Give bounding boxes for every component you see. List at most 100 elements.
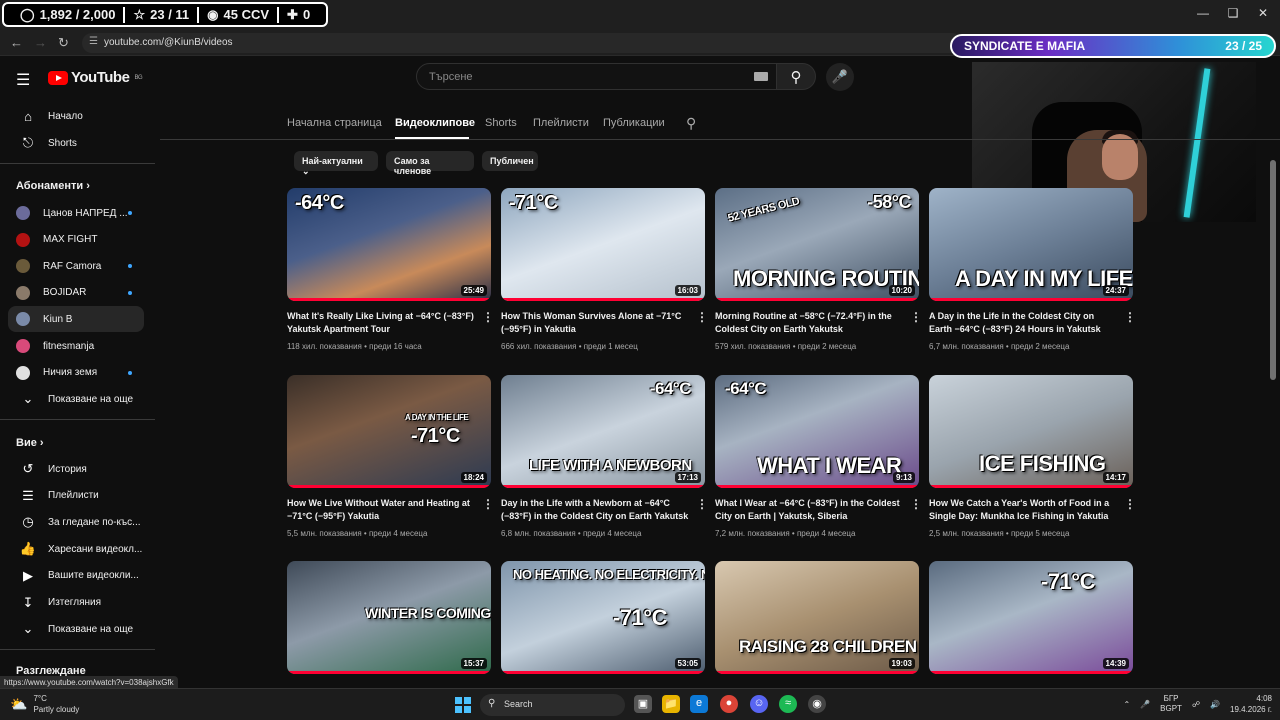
meta-separator: • bbox=[361, 529, 369, 538]
video-thumbnail[interactable]: -71°C 16:03 bbox=[501, 188, 705, 301]
spotify-icon[interactable]: ≈ bbox=[779, 695, 797, 713]
video-thumbnail[interactable]: A DAY IN MY LIFE 24:37 bbox=[929, 188, 1133, 301]
clock[interactable]: 4:08 19.4.2026 г. bbox=[1230, 693, 1272, 715]
search-button[interactable]: ⚲ bbox=[776, 63, 816, 90]
edge-icon[interactable]: e bbox=[690, 695, 708, 713]
you-show-more[interactable]: ⌄ Показване на още bbox=[8, 616, 144, 642]
sidebar-item-shorts[interactable]: ⎋ Shorts bbox=[8, 130, 144, 156]
page-scrollbar[interactable] bbox=[1270, 160, 1276, 380]
subs-show-more[interactable]: ⌄ Показване на още bbox=[8, 386, 144, 412]
chip-members-only[interactable]: Само за членове bbox=[386, 151, 474, 176]
home-icon: ⌂ bbox=[24, 108, 32, 124]
sidebar-item-subscription[interactable]: Kiun B bbox=[8, 306, 144, 333]
video-title[interactable]: Day in the Life with a Newborn at −64°C … bbox=[501, 497, 691, 523]
site-info-icon[interactable]: ☰ bbox=[89, 36, 98, 47]
back-icon[interactable]: ← bbox=[10, 35, 23, 50]
url-field[interactable]: ☰ youtube.com/@KiunB/videos bbox=[82, 33, 962, 53]
tab-posts[interactable]: Публикации bbox=[603, 117, 665, 129]
video-title[interactable]: How This Woman Survives Alone at −71°C (… bbox=[501, 310, 691, 336]
sidebar-item-subscription[interactable]: RAF Camora bbox=[8, 253, 144, 279]
tab-videos[interactable]: Видеоклипове bbox=[395, 117, 475, 129]
video-thumbnail[interactable]: MORNING ROUTINE -58°C 52 YEARS OLD 10:20 bbox=[715, 188, 919, 301]
sidebar-item-like[interactable]: 👍 Харесани видеокл... bbox=[8, 536, 144, 562]
tab-shorts[interactable]: Shorts bbox=[485, 117, 517, 129]
sidebar-item-subscription[interactable]: MAX FIGHT bbox=[8, 227, 144, 253]
search-input[interactable]: Търсене bbox=[416, 63, 777, 90]
sidebar-item-label: Плейлисти bbox=[48, 490, 99, 502]
tab-home[interactable]: Начална страница bbox=[287, 117, 382, 129]
watch-progress-bar bbox=[501, 298, 705, 301]
voice-search-button[interactable]: 🎤 bbox=[826, 63, 854, 91]
video-menu-icon[interactable]: ⋮ bbox=[910, 310, 922, 324]
tab-playlists[interactable]: Плейлисти bbox=[533, 117, 589, 129]
video-thumbnail[interactable]: RAISING 28 CHILDREN 19:03 bbox=[715, 561, 919, 674]
video-menu-icon[interactable]: ⋮ bbox=[1124, 310, 1136, 324]
obs-icon[interactable]: ◉ bbox=[808, 695, 826, 713]
forward-icon[interactable]: → bbox=[34, 35, 47, 50]
subscriptions-header[interactable]: Абонаменти › bbox=[16, 180, 90, 192]
reload-icon[interactable]: ↻ bbox=[58, 35, 69, 51]
thumbnail-caption: LIFE WITH A NEWBORN bbox=[529, 457, 692, 474]
sidebar-item-subscription[interactable]: Ничия земя bbox=[8, 360, 144, 386]
video-menu-icon[interactable]: ⋮ bbox=[696, 497, 708, 511]
video-thumbnail[interactable]: ICE FISHING 14:17 bbox=[929, 375, 1133, 488]
task-view-icon[interactable]: ▣ bbox=[634, 695, 652, 713]
chip-latest[interactable]: Най-актуални ⌄ bbox=[294, 151, 378, 176]
sidebar-item-subscription[interactable]: BOJIDAR bbox=[8, 280, 144, 306]
weather-widget[interactable]: ⛅ 7°C Partly cloudy bbox=[10, 693, 79, 715]
watch-progress-bar bbox=[929, 671, 1133, 674]
video-thumbnail[interactable]: -71°C NO HEATING. NO ELECTRICITY. NO PEOP… bbox=[501, 561, 705, 674]
video-title[interactable]: What It's Really Like Living at −64°C (−… bbox=[287, 310, 477, 336]
mic-tray-icon[interactable]: 🎤 bbox=[1140, 700, 1150, 709]
video-menu-icon[interactable]: ⋮ bbox=[482, 310, 494, 324]
new-content-dot bbox=[128, 290, 132, 295]
windows-start-icon[interactable] bbox=[455, 697, 471, 713]
video-thumbnail[interactable]: -71°C A DAY IN THE LIFE 18:24 bbox=[287, 375, 491, 488]
volume-icon[interactable]: 🔊 bbox=[1210, 700, 1220, 709]
video-title[interactable]: How We Live Without Water and Heating at… bbox=[287, 497, 477, 523]
sidebar-item-subscription[interactable]: Цанов НАПРЕД ... bbox=[8, 200, 144, 226]
video-thumbnail[interactable]: -71°C 14:39 bbox=[929, 561, 1133, 674]
video-duration: 17:13 bbox=[674, 472, 701, 483]
maximize-button[interactable]: ❑ bbox=[1218, 6, 1248, 20]
video-views: 6,8 млн. показвания bbox=[501, 529, 576, 538]
video-title[interactable]: How We Catch a Year's Worth of Food in a… bbox=[929, 497, 1119, 523]
video-thumbnail[interactable]: -64°C 25:49 bbox=[287, 188, 491, 301]
sidebar-item-your-videos[interactable]: ▶ Вашите видеокли... bbox=[8, 563, 144, 589]
minimize-button[interactable]: — bbox=[1188, 6, 1218, 20]
sidebar-item-subscription[interactable]: fitnesmanja bbox=[8, 333, 144, 359]
channel-avatar bbox=[16, 206, 30, 220]
network-icon[interactable]: ☍ bbox=[1192, 700, 1200, 709]
video-thumbnail[interactable]: WINTER IS COMING 15:37 bbox=[287, 561, 491, 674]
channel-search-icon[interactable]: ⚲ bbox=[686, 115, 696, 132]
language-indicator[interactable]: БГР BGPT bbox=[1160, 694, 1182, 714]
chip-public[interactable]: Публичен bbox=[482, 151, 538, 171]
close-button[interactable]: ✕ bbox=[1248, 6, 1278, 20]
chevron-up-icon[interactable]: ⌃ bbox=[1123, 700, 1130, 709]
sidebar-item-history[interactable]: ↺ История bbox=[8, 456, 144, 482]
video-menu-icon[interactable]: ⋮ bbox=[910, 497, 922, 511]
sidebar-item-download[interactable]: ↧ Изтегляния bbox=[8, 590, 144, 616]
video-thumbnail[interactable]: LIFE WITH A NEWBORN -64°C 17:13 bbox=[501, 375, 705, 488]
youtube-logo[interactable]: YouTube BG bbox=[48, 69, 143, 86]
video-thumbnail[interactable]: WHAT I WEAR -64°C 9:13 bbox=[715, 375, 919, 488]
sidebar-item-playlist[interactable]: ☰ Плейлисти bbox=[8, 483, 144, 509]
video-menu-icon[interactable]: ⋮ bbox=[482, 497, 494, 511]
keyboard-icon[interactable] bbox=[754, 72, 768, 81]
video-title[interactable]: What I Wear at −64°C (−83°F) in the Cold… bbox=[715, 497, 905, 523]
discord-icon[interactable]: ☺ bbox=[750, 695, 768, 713]
video-menu-icon[interactable]: ⋮ bbox=[696, 310, 708, 324]
sidebar-item-watch-later[interactable]: ◷ За гледане по-къс... bbox=[8, 509, 144, 535]
sidebar-item-label: Цанов НАПРЕД ... bbox=[43, 207, 128, 219]
video-title[interactable]: A Day in the Life in the Coldest City on… bbox=[929, 310, 1119, 336]
file-explorer-icon[interactable]: 📁 bbox=[662, 695, 680, 713]
taskbar-search[interactable]: ⚲ Search bbox=[480, 694, 625, 716]
menu-icon[interactable]: ☰ bbox=[16, 70, 32, 90]
video-menu-icon[interactable]: ⋮ bbox=[1124, 497, 1136, 511]
subs-value: 23 / 11 bbox=[150, 7, 190, 22]
channel-avatar bbox=[16, 365, 30, 380]
chrome-icon[interactable]: ● bbox=[720, 695, 738, 713]
sidebar-item-home[interactable]: ⌂ Начало bbox=[8, 103, 144, 129]
video-title[interactable]: Morning Routine at −58°C (−72.4°F) in th… bbox=[715, 310, 905, 336]
you-header[interactable]: Вие › bbox=[16, 437, 44, 449]
